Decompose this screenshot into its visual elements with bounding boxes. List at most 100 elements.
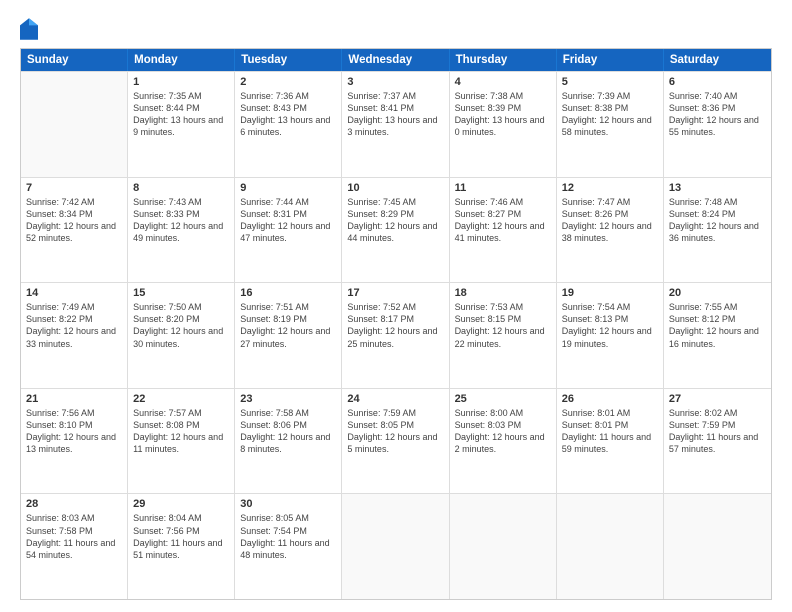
header [20, 18, 772, 40]
sunset-text: Sunset: 8:01 PM [562, 419, 658, 431]
sunset-text: Sunset: 7:56 PM [133, 525, 229, 537]
weekday-header-wednesday: Wednesday [342, 49, 449, 71]
calendar-week-4: 21Sunrise: 7:56 AMSunset: 8:10 PMDayligh… [21, 388, 771, 494]
sunrise-text: Sunrise: 7:42 AM [26, 196, 122, 208]
sunrise-text: Sunrise: 7:37 AM [347, 90, 443, 102]
calendar-header: SundayMondayTuesdayWednesdayThursdayFrid… [21, 49, 771, 71]
day-number: 2 [240, 76, 336, 88]
logo-icon [20, 18, 38, 40]
logo [20, 18, 40, 40]
cell-info: Sunrise: 8:00 AMSunset: 8:03 PMDaylight:… [455, 407, 551, 456]
calendar-body: 1Sunrise: 7:35 AMSunset: 8:44 PMDaylight… [21, 71, 771, 599]
sunrise-text: Sunrise: 7:54 AM [562, 301, 658, 313]
sunset-text: Sunset: 8:15 PM [455, 313, 551, 325]
calendar-cell: 24Sunrise: 7:59 AMSunset: 8:05 PMDayligh… [342, 389, 449, 494]
sunrise-text: Sunrise: 7:56 AM [26, 407, 122, 419]
daylight-text: Daylight: 12 hours and 2 minutes. [455, 431, 551, 455]
daylight-text: Daylight: 12 hours and 22 minutes. [455, 325, 551, 349]
day-number: 15 [133, 287, 229, 299]
page: SundayMondayTuesdayWednesdayThursdayFrid… [0, 0, 792, 612]
day-number: 28 [26, 498, 122, 510]
daylight-text: Daylight: 12 hours and 47 minutes. [240, 220, 336, 244]
cell-info: Sunrise: 8:04 AMSunset: 7:56 PMDaylight:… [133, 512, 229, 561]
daylight-text: Daylight: 12 hours and 36 minutes. [669, 220, 766, 244]
weekday-header-saturday: Saturday [664, 49, 771, 71]
daylight-text: Daylight: 12 hours and 8 minutes. [240, 431, 336, 455]
sunset-text: Sunset: 8:17 PM [347, 313, 443, 325]
daylight-text: Daylight: 12 hours and 33 minutes. [26, 325, 122, 349]
cell-info: Sunrise: 7:47 AMSunset: 8:26 PMDaylight:… [562, 196, 658, 245]
calendar-week-3: 14Sunrise: 7:49 AMSunset: 8:22 PMDayligh… [21, 282, 771, 388]
sunrise-text: Sunrise: 7:47 AM [562, 196, 658, 208]
sunrise-text: Sunrise: 7:57 AM [133, 407, 229, 419]
cell-info: Sunrise: 7:58 AMSunset: 8:06 PMDaylight:… [240, 407, 336, 456]
sunset-text: Sunset: 8:27 PM [455, 208, 551, 220]
calendar-cell [664, 494, 771, 599]
sunset-text: Sunset: 8:26 PM [562, 208, 658, 220]
daylight-text: Daylight: 12 hours and 52 minutes. [26, 220, 122, 244]
sunset-text: Sunset: 8:41 PM [347, 102, 443, 114]
sunrise-text: Sunrise: 7:45 AM [347, 196, 443, 208]
sunset-text: Sunset: 8:10 PM [26, 419, 122, 431]
sunrise-text: Sunrise: 7:55 AM [669, 301, 766, 313]
sunset-text: Sunset: 8:08 PM [133, 419, 229, 431]
cell-info: Sunrise: 7:39 AMSunset: 8:38 PMDaylight:… [562, 90, 658, 139]
sunrise-text: Sunrise: 7:50 AM [133, 301, 229, 313]
sunset-text: Sunset: 8:43 PM [240, 102, 336, 114]
calendar-cell: 18Sunrise: 7:53 AMSunset: 8:15 PMDayligh… [450, 283, 557, 388]
cell-info: Sunrise: 7:56 AMSunset: 8:10 PMDaylight:… [26, 407, 122, 456]
sunset-text: Sunset: 8:39 PM [455, 102, 551, 114]
sunrise-text: Sunrise: 7:43 AM [133, 196, 229, 208]
cell-info: Sunrise: 8:03 AMSunset: 7:58 PMDaylight:… [26, 512, 122, 561]
daylight-text: Daylight: 12 hours and 38 minutes. [562, 220, 658, 244]
sunset-text: Sunset: 8:38 PM [562, 102, 658, 114]
sunset-text: Sunset: 8:05 PM [347, 419, 443, 431]
calendar-cell: 6 Sunrise: 7:40 AMSunset: 8:36 PMDaylight… [664, 72, 771, 177]
cell-info: Sunrise: 7:59 AMSunset: 8:05 PMDaylight:… [347, 407, 443, 456]
daylight-text: Daylight: 12 hours and 16 minutes. [669, 325, 766, 349]
cell-info: Sunrise: 7:40 AMSunset: 8:36 PMDaylight:… [669, 90, 766, 139]
sunset-text: Sunset: 7:58 PM [26, 525, 122, 537]
calendar-cell [450, 494, 557, 599]
cell-info: Sunrise: 7:45 AMSunset: 8:29 PMDaylight:… [347, 196, 443, 245]
cell-info: Sunrise: 7:36 AMSunset: 8:43 PMDaylight:… [240, 90, 336, 139]
cell-info: Sunrise: 7:52 AMSunset: 8:17 PMDaylight:… [347, 301, 443, 350]
cell-info: Sunrise: 7:50 AMSunset: 8:20 PMDaylight:… [133, 301, 229, 350]
daylight-text: Daylight: 12 hours and 44 minutes. [347, 220, 443, 244]
calendar-week-5: 28 Sunrise: 8:03 AMSunset: 7:58 PMDayligh… [21, 493, 771, 599]
weekday-header-sunday: Sunday [21, 49, 128, 71]
sunrise-text: Sunrise: 7:58 AM [240, 407, 336, 419]
calendar-cell: 10 Sunrise: 7:45 AMSunset: 8:29 PMDayligh… [342, 178, 449, 283]
weekday-header-monday: Monday [128, 49, 235, 71]
cell-info: Sunrise: 7:51 AMSunset: 8:19 PMDaylight:… [240, 301, 336, 350]
sunrise-text: Sunrise: 7:35 AM [133, 90, 229, 102]
daylight-text: Daylight: 11 hours and 51 minutes. [133, 537, 229, 561]
sunset-text: Sunset: 8:33 PM [133, 208, 229, 220]
day-number: 13 [669, 182, 766, 194]
cell-info: Sunrise: 7:43 AMSunset: 8:33 PMDaylight:… [133, 196, 229, 245]
day-number: 19 [562, 287, 658, 299]
day-number: 21 [26, 393, 122, 405]
calendar-cell: 11Sunrise: 7:46 AMSunset: 8:27 PMDayligh… [450, 178, 557, 283]
calendar: SundayMondayTuesdayWednesdayThursdayFrid… [20, 48, 772, 600]
calendar-cell: 27Sunrise: 8:02 AMSunset: 7:59 PMDayligh… [664, 389, 771, 494]
day-number: 22 [133, 393, 229, 405]
sunrise-text: Sunrise: 7:36 AM [240, 90, 336, 102]
sunset-text: Sunset: 8:31 PM [240, 208, 336, 220]
sunrise-text: Sunrise: 8:00 AM [455, 407, 551, 419]
sunrise-text: Sunrise: 7:53 AM [455, 301, 551, 313]
cell-info: Sunrise: 7:46 AMSunset: 8:27 PMDaylight:… [455, 196, 551, 245]
sunrise-text: Sunrise: 8:01 AM [562, 407, 658, 419]
day-number: 6 [669, 76, 766, 88]
calendar-cell: 23Sunrise: 7:58 AMSunset: 8:06 PMDayligh… [235, 389, 342, 494]
day-number: 20 [669, 287, 766, 299]
calendar-cell: 3Sunrise: 7:37 AMSunset: 8:41 PMDaylight… [342, 72, 449, 177]
calendar-cell: 8Sunrise: 7:43 AMSunset: 8:33 PMDaylight… [128, 178, 235, 283]
day-number: 3 [347, 76, 443, 88]
sunrise-text: Sunrise: 7:49 AM [26, 301, 122, 313]
day-number: 1 [133, 76, 229, 88]
daylight-text: Daylight: 11 hours and 57 minutes. [669, 431, 766, 455]
daylight-text: Daylight: 13 hours and 0 minutes. [455, 114, 551, 138]
sunrise-text: Sunrise: 8:04 AM [133, 512, 229, 524]
day-number: 10 [347, 182, 443, 194]
